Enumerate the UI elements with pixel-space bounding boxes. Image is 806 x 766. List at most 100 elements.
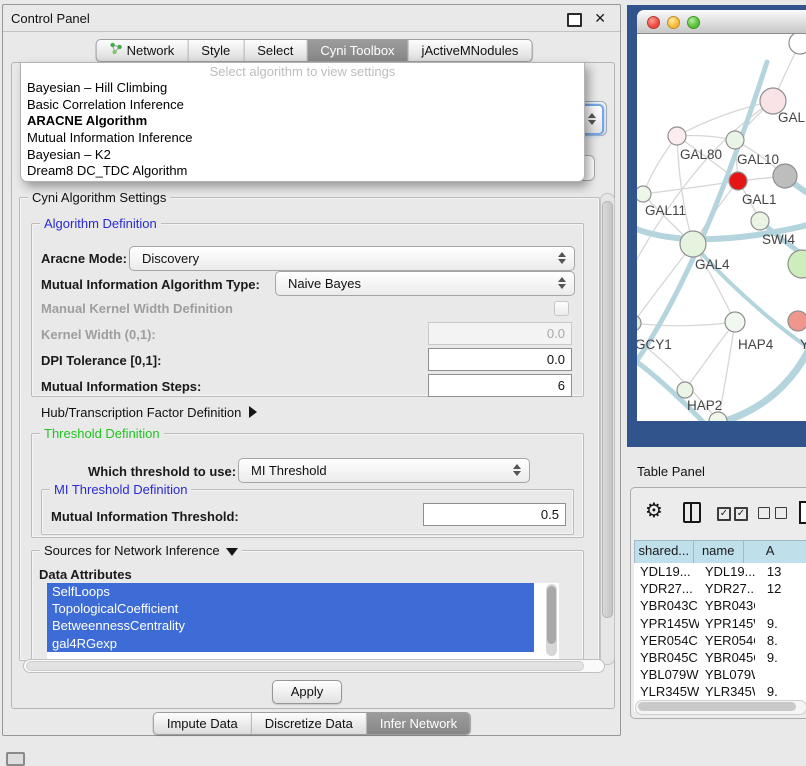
zoom-traffic-light-icon[interactable] xyxy=(687,16,700,29)
settings-horizontal-scrollbar[interactable] xyxy=(23,659,605,673)
table-row[interactable]: YER054CYER054C8. xyxy=(634,632,806,649)
table-cell: YDR27... xyxy=(634,580,699,597)
close-icon[interactable]: ✕ xyxy=(594,10,606,27)
tab-label: Discretize Data xyxy=(265,713,353,734)
tab-select[interactable]: Select xyxy=(243,40,306,61)
table-cell: YDL19... xyxy=(634,563,699,580)
network-edge xyxy=(677,101,773,136)
tab-impute-data[interactable]: Impute Data xyxy=(154,713,251,734)
network-node-hap4[interactable] xyxy=(725,312,745,332)
table-cell: YBR043C xyxy=(634,597,699,614)
float-window-icon[interactable] xyxy=(567,13,582,27)
network-node-swi4[interactable] xyxy=(751,212,769,230)
column-header-shared[interactable]: shared... xyxy=(635,541,694,563)
tab-discretize-data[interactable]: Discretize Data xyxy=(251,713,366,734)
node-label-gal11: GAL11 xyxy=(645,203,686,218)
network-node-gal1[interactable] xyxy=(729,172,747,190)
network-node[interactable] xyxy=(789,34,806,54)
aracne-mode-combo[interactable]: Discovery xyxy=(129,246,575,271)
table-hscrollbar-thumb[interactable] xyxy=(638,702,796,711)
network-view-window: GALGAL80GAL10GAL1GAL11SWI4GAL4GCY1HAP4YH… xyxy=(627,5,806,447)
attribute-item-topologicalcoefficient[interactable]: TopologicalCoefficient xyxy=(47,600,534,617)
tab-cyni-toolbox[interactable]: Cyni Toolbox xyxy=(306,40,407,61)
node-label-gal: GAL xyxy=(778,110,806,125)
network-window-titlebar[interactable] xyxy=(637,10,806,34)
table-row[interactable]: YLR345WYLR345W9. xyxy=(634,683,806,700)
table-cell: YBL079W xyxy=(634,666,699,683)
table-cell: 9. xyxy=(755,683,806,700)
tab-network[interactable]: Network xyxy=(97,40,188,61)
network-node-gal11[interactable] xyxy=(637,186,651,202)
network-node[interactable] xyxy=(788,250,806,278)
table-row[interactable]: YBR043CYBR043C xyxy=(634,597,806,614)
select-all-checkbox-icon[interactable]: ✓ xyxy=(734,507,748,521)
node-label-gcy1: GCY1 xyxy=(637,337,672,352)
table-row[interactable]: YDR27...YDR27...12 xyxy=(634,580,806,597)
settings-hscrollbar-thumb[interactable] xyxy=(26,661,584,671)
settings-scrollbar-thumb[interactable] xyxy=(602,201,613,618)
table-cell: 12 xyxy=(755,580,806,597)
table-row[interactable]: YBL079WYBL079W xyxy=(634,666,806,683)
hub-section-toggle[interactable]: Hub/Transcription Factor Definition xyxy=(41,405,257,420)
settings-vertical-scrollbar[interactable] xyxy=(600,193,615,665)
algorithm-dropdown-popup: Select algorithm to view settings Bayesi… xyxy=(20,62,585,182)
gear-icon[interactable]: ⚙ xyxy=(645,498,663,523)
tab-infer-network[interactable]: Infer Network xyxy=(366,713,470,734)
attribute-item-selfloops[interactable]: SelfLoops xyxy=(47,583,534,600)
network-canvas[interactable]: GALGAL80GAL10GAL1GAL11SWI4GAL4GCY1HAP4YH… xyxy=(637,34,806,421)
table-row[interactable]: YDL19...YDL19...13 xyxy=(634,563,806,580)
column-layout-icon[interactable] xyxy=(683,502,701,523)
table-cell: YER054C xyxy=(634,632,699,649)
mi-steps-input[interactable] xyxy=(428,374,572,397)
attribute-item-betweennesscentrality[interactable]: BetweennessCentrality xyxy=(47,617,534,634)
network-node-gal4[interactable] xyxy=(680,231,706,257)
algorithm-option-aracne-algorithm[interactable]: ARACNE Algorithm xyxy=(21,113,584,130)
manual-kernel-checkbox[interactable] xyxy=(554,301,569,316)
table-cell: YPR145W xyxy=(699,615,755,632)
node-label-hap4: HAP4 xyxy=(738,337,774,352)
dpi-tolerance-input[interactable] xyxy=(428,348,572,371)
algorithm-option-basic-correlation-inference[interactable]: Basic Correlation Inference xyxy=(21,97,584,114)
control-panel-window: Control Panel ✕ NetworkStyleSelectCyni T… xyxy=(2,4,621,736)
select-all-checkbox-icon[interactable]: ✓ xyxy=(717,507,731,521)
mi-type-combo[interactable]: Naive Bayes xyxy=(275,271,575,296)
apply-button[interactable]: Apply xyxy=(272,680,342,704)
which-threshold-combo[interactable]: MI Threshold xyxy=(238,458,530,483)
deselect-all-checkbox-icon[interactable] xyxy=(758,507,770,519)
list-scrollbar[interactable] xyxy=(546,584,557,656)
kernel-width-input[interactable] xyxy=(428,322,572,345)
algorithm-option-dream8-dc-tdc-algorithm[interactable]: Dream8 DC_TDC Algorithm xyxy=(21,163,584,180)
algorithm-option-bayesian-hill-climbing[interactable]: Bayesian – Hill Climbing xyxy=(21,80,584,97)
table-cell: YDR27... xyxy=(699,580,755,597)
tab-style[interactable]: Style xyxy=(187,40,243,61)
table-toolbar: ⚙ ✓ ✓ xyxy=(631,496,806,528)
algorithm-option-mutual-information-inference[interactable]: Mutual Information Inference xyxy=(21,130,584,147)
network-edge xyxy=(643,136,677,194)
tab-jactivemnodules[interactable]: jActiveMNodules xyxy=(408,40,532,61)
docked-panel-icon[interactable] xyxy=(6,752,25,766)
node-label-gal4: GAL4 xyxy=(695,257,730,272)
top-tab-bar: NetworkStyleSelectCyni ToolboxjActiveMNo… xyxy=(96,39,533,62)
algorithm-option-bayesian-k2[interactable]: Bayesian – K2 xyxy=(21,147,584,164)
mi-threshold-input[interactable] xyxy=(423,503,566,526)
table-row[interactable]: YPR145WYPR145W9. xyxy=(634,615,806,632)
network-node-y[interactable] xyxy=(788,311,806,331)
column-header-a[interactable]: A xyxy=(744,541,806,563)
table-row[interactable]: YBR045CYBR045C9. xyxy=(634,649,806,666)
close-traffic-light-icon[interactable] xyxy=(647,16,660,29)
deselect-all-checkbox-icon[interactable] xyxy=(775,507,787,519)
attribute-item-gal4rgexp[interactable]: gal4RGexp xyxy=(47,635,534,652)
table-horizontal-scrollbar[interactable] xyxy=(635,700,806,715)
sources-group-title[interactable]: Sources for Network Inference xyxy=(40,543,242,558)
table-header-row: shared...nameA xyxy=(634,540,806,564)
list-scrollbar-thumb[interactable] xyxy=(547,586,556,644)
network-node-gal80[interactable] xyxy=(668,127,686,145)
new-table-icon[interactable] xyxy=(799,501,806,524)
network-node-gcy1[interactable] xyxy=(637,315,641,331)
network-node[interactable] xyxy=(773,164,797,188)
network-node-hap2[interactable] xyxy=(677,382,693,398)
network-node-gal10[interactable] xyxy=(726,131,744,149)
data-attributes-label: Data Attributes xyxy=(39,567,132,582)
column-header-name[interactable]: name xyxy=(694,541,744,563)
minimize-traffic-light-icon[interactable] xyxy=(667,16,680,29)
